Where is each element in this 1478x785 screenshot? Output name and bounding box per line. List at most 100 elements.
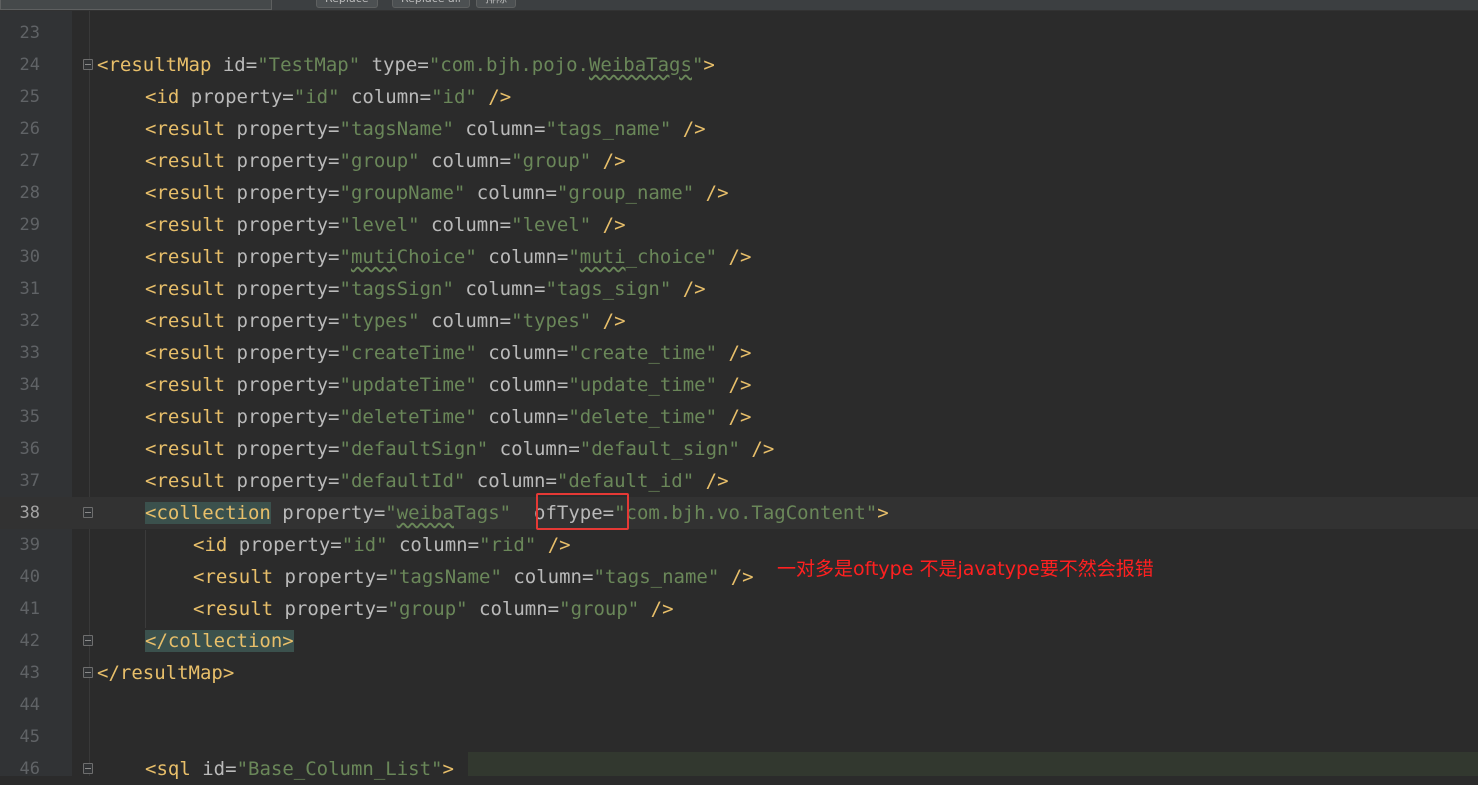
- code-line[interactable]: 42 </collection>: [0, 625, 1478, 657]
- code-line[interactable]: 35 <result property="deleteTime" column=…: [0, 401, 1478, 433]
- line-number: 43: [19, 663, 40, 683]
- code-line[interactable]: 44: [0, 689, 1478, 721]
- tag-bracket: />: [751, 438, 775, 460]
- tag-name: <result: [193, 566, 274, 588]
- attr-value: "default_sign": [579, 438, 740, 460]
- attr-value: "deleteTime": [339, 406, 477, 428]
- code-line[interactable]: 41 <result property="group" column="grou…: [0, 593, 1478, 625]
- line-number: 37: [19, 471, 40, 491]
- line-number: 28: [19, 183, 40, 203]
- find-input[interactable]: [0, 0, 272, 10]
- attr-value: "id": [431, 86, 477, 108]
- line-number: 24: [19, 55, 40, 75]
- tag-name: <result: [145, 118, 226, 140]
- tag-bracket: />: [705, 470, 729, 492]
- line-number: 39: [19, 535, 40, 555]
- code-text: <result property="group" column="group" …: [193, 598, 674, 620]
- attr-value: "Base_Column_List": [236, 758, 443, 780]
- fold-toggle-icon[interactable]: [83, 763, 93, 774]
- code-text: <result property="tagsName" column="tags…: [145, 118, 706, 140]
- attr-value: _choice": [625, 246, 718, 268]
- code-text: <result property="tagsName" column="tags…: [193, 566, 754, 588]
- tag-bracket: <: [97, 54, 109, 76]
- tag-name: <id: [193, 534, 228, 556]
- tag-bracket: />: [650, 598, 674, 620]
- tag-name: <result: [145, 278, 226, 300]
- line-number: 29: [19, 215, 40, 235]
- code-line[interactable]: 28 <result property="groupName" column="…: [0, 177, 1478, 209]
- attr-value: "defaultSign": [339, 438, 489, 460]
- code-text: <id property="id" column="id" />: [145, 86, 512, 108]
- tag-name: <result: [145, 182, 226, 204]
- attr-value: "tags_name": [545, 118, 672, 140]
- replace-all-button[interactable]: Replace all: [392, 0, 470, 8]
- code-line[interactable]: 24 <resultMap id="TestMap" type="com.bjh…: [0, 49, 1478, 81]
- code-line[interactable]: 34 <result property="updateTime" column=…: [0, 369, 1478, 401]
- tag-bracket: >: [703, 54, 715, 76]
- code-line[interactable]: 30 <result property="mutiChoice" column=…: [0, 241, 1478, 273]
- attr-name: property: [284, 566, 377, 588]
- code-line[interactable]: 33 <result property="createTime" column=…: [0, 337, 1478, 369]
- attr-value: "update_time": [568, 374, 718, 396]
- fold-toggle-icon[interactable]: [83, 507, 93, 518]
- fold-toggle-icon[interactable]: [83, 635, 93, 646]
- line-number: 36: [19, 439, 40, 459]
- attr-name: property: [282, 502, 374, 524]
- attr-value: "com.bjh.pojo.: [428, 54, 589, 76]
- tag-bracket: >: [877, 502, 889, 524]
- tag-name: <result: [145, 470, 226, 492]
- tag-bracket: />: [602, 310, 626, 332]
- fold-toggle-icon[interactable]: [83, 667, 93, 678]
- code-line[interactable]: 46 <sql id="Base_Column_List">: [0, 753, 1478, 785]
- code-line[interactable]: 39 <id property="id" column="rid" />: [0, 529, 1478, 561]
- code-line[interactable]: 29 <result property="level" column="leve…: [0, 209, 1478, 241]
- code-editor[interactable]: 23 24 <resultMap id="TestMap" type="com.…: [0, 17, 1478, 785]
- code-text: <result property="defaultSign" column="d…: [145, 438, 775, 460]
- attr-name: id: [222, 54, 246, 76]
- code-text: <resultMap id="TestMap" type="com.bjh.po…: [97, 54, 715, 76]
- attr-name: id: [202, 758, 226, 780]
- attr-value-typo: muti: [350, 246, 397, 268]
- code-line[interactable]: 45: [0, 721, 1478, 753]
- attr-value: "defaultId": [339, 470, 466, 492]
- attr-value: ": [691, 54, 704, 76]
- exclude-button[interactable]: 排除: [476, 0, 516, 8]
- code-text: <result property="groupName" column="gro…: [145, 182, 729, 204]
- tag-name: </resultMap>: [97, 662, 235, 684]
- code-line[interactable]: 26 <result property="tagsName" column="t…: [0, 113, 1478, 145]
- line-number: 40: [19, 567, 40, 587]
- attr-value: "group": [559, 598, 640, 620]
- code-line[interactable]: 43 </resultMap>: [0, 657, 1478, 689]
- code-line[interactable]: 40 <result property="tagsName" column="t…: [0, 561, 1478, 593]
- attr-name: column: [488, 406, 557, 428]
- code-line[interactable]: 31 <result property="tagsSign" column="t…: [0, 273, 1478, 305]
- attr-name: property: [236, 406, 329, 428]
- attr-value: Choice": [396, 246, 477, 268]
- replace-button[interactable]: Replace: [316, 0, 378, 8]
- code-text: <result property="deleteTime" column="de…: [145, 406, 752, 428]
- code-line[interactable]: 27 <result property="group" column="grou…: [0, 145, 1478, 177]
- fold-toggle-icon[interactable]: [83, 59, 93, 70]
- tag-bracket: />: [728, 374, 752, 396]
- line-number: 34: [19, 375, 40, 395]
- tag-name: <result: [145, 438, 226, 460]
- attr-name: column: [465, 118, 534, 140]
- attr-value-typo: WeibaTags: [588, 54, 692, 76]
- code-line[interactable]: 37 <result property="defaultId" column="…: [0, 465, 1478, 497]
- code-line[interactable]: 25 <id property="id" column="id" />: [0, 81, 1478, 113]
- code-line[interactable]: 23: [0, 17, 1478, 49]
- code-line-current[interactable]: 38 <collection property="weibaTags" ofTy…: [0, 497, 1478, 529]
- tag-name: <result: [193, 598, 274, 620]
- attr-name: property: [236, 470, 329, 492]
- attr-name: column: [350, 86, 420, 108]
- tag-name: <result: [145, 150, 226, 172]
- attr-name: property: [284, 598, 377, 620]
- code-text: <result property="tagsSign" column="tags…: [145, 278, 706, 300]
- attr-name: property: [236, 342, 329, 364]
- tag-bracket: />: [682, 278, 706, 300]
- find-replace-bar: Replace Replace all 排除: [0, 0, 1478, 11]
- attr-name: property: [236, 150, 329, 172]
- code-line[interactable]: 36 <result property="defaultSign" column…: [0, 433, 1478, 465]
- tag-name: <result: [145, 310, 226, 332]
- code-line[interactable]: 32 <result property="types" column="type…: [0, 305, 1478, 337]
